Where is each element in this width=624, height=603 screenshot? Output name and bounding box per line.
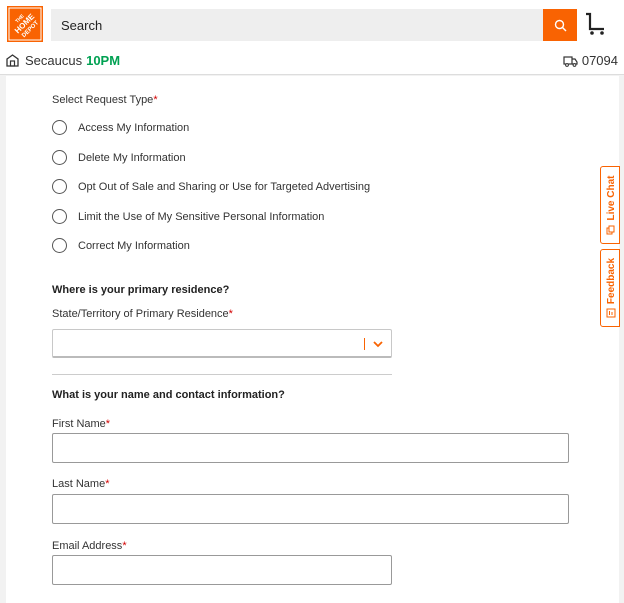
last-name-label: Last Name*	[52, 478, 110, 490]
first-name-label: First Name*	[52, 418, 111, 430]
live-chat-tab[interactable]: Live Chat	[600, 166, 620, 244]
cart-icon[interactable]	[583, 12, 607, 36]
radio-limit-sensitive-info[interactable]: Limit the Use of My Sensitive Personal I…	[52, 209, 324, 224]
radio-access-my-information[interactable]: Access My Information	[52, 120, 189, 135]
radio-label: Limit the Use of My Sensitive Personal I…	[78, 210, 325, 223]
delivery-zip: 07094	[581, 53, 618, 68]
radio-correct-my-information[interactable]: Correct My Information	[52, 238, 190, 253]
store-bar: Secaucus 10PM 07094	[0, 48, 624, 75]
request-form: Select Request Type* Access My Informati…	[6, 76, 619, 603]
chat-icon	[606, 225, 615, 235]
radio-button[interactable]	[52, 179, 67, 194]
live-chat-label: Live Chat	[605, 175, 617, 221]
state-label: State/Territory of Primary Residence*	[52, 308, 233, 320]
radio-label: Opt Out of Sale and Sharing or Use for T…	[78, 180, 371, 193]
radio-delete-my-information[interactable]: Delete My Information	[52, 150, 186, 165]
section-divider	[52, 374, 392, 375]
radio-label: Delete My Information	[78, 151, 186, 164]
store-name: Secaucus	[25, 53, 83, 68]
radio-label: Access My Information	[78, 121, 190, 134]
select-separator	[364, 338, 365, 350]
email-input[interactable]	[52, 555, 392, 585]
contact-heading: What is your name and contact informatio…	[52, 389, 285, 401]
radio-opt-out-of-sale[interactable]: Opt Out of Sale and Sharing or Use for T…	[52, 179, 370, 194]
radio-label: Correct My Information	[78, 239, 190, 252]
request-type-label: Select Request Type*	[52, 94, 158, 106]
store-icon	[6, 54, 19, 67]
chevron-down-icon	[373, 341, 383, 348]
last-name-input[interactable]	[52, 494, 569, 524]
delivery-zip-selector[interactable]: 07094	[563, 53, 618, 68]
header: THE HOME DEPOT	[0, 0, 624, 48]
first-name-input[interactable]	[52, 433, 569, 463]
home-depot-logo-icon[interactable]: THE HOME DEPOT	[7, 6, 43, 42]
feedback-icon	[606, 308, 616, 318]
search-icon	[554, 19, 566, 31]
state-select[interactable]	[52, 329, 392, 358]
delivery-truck-icon	[563, 55, 578, 67]
search-bar	[51, 9, 577, 41]
radio-button[interactable]	[52, 238, 67, 253]
store-selector[interactable]: Secaucus 10PM	[6, 53, 120, 68]
feedback-tab[interactable]: Feedback	[600, 249, 620, 327]
feedback-label: Feedback	[605, 257, 617, 305]
radio-button[interactable]	[52, 209, 67, 224]
email-label: Email Address*	[52, 540, 127, 552]
radio-button[interactable]	[52, 150, 67, 165]
radio-button[interactable]	[52, 120, 67, 135]
search-button[interactable]	[543, 9, 577, 41]
store-hours: 10PM	[86, 53, 121, 68]
search-input[interactable]	[51, 9, 531, 41]
residence-heading: Where is your primary residence?	[52, 284, 230, 296]
